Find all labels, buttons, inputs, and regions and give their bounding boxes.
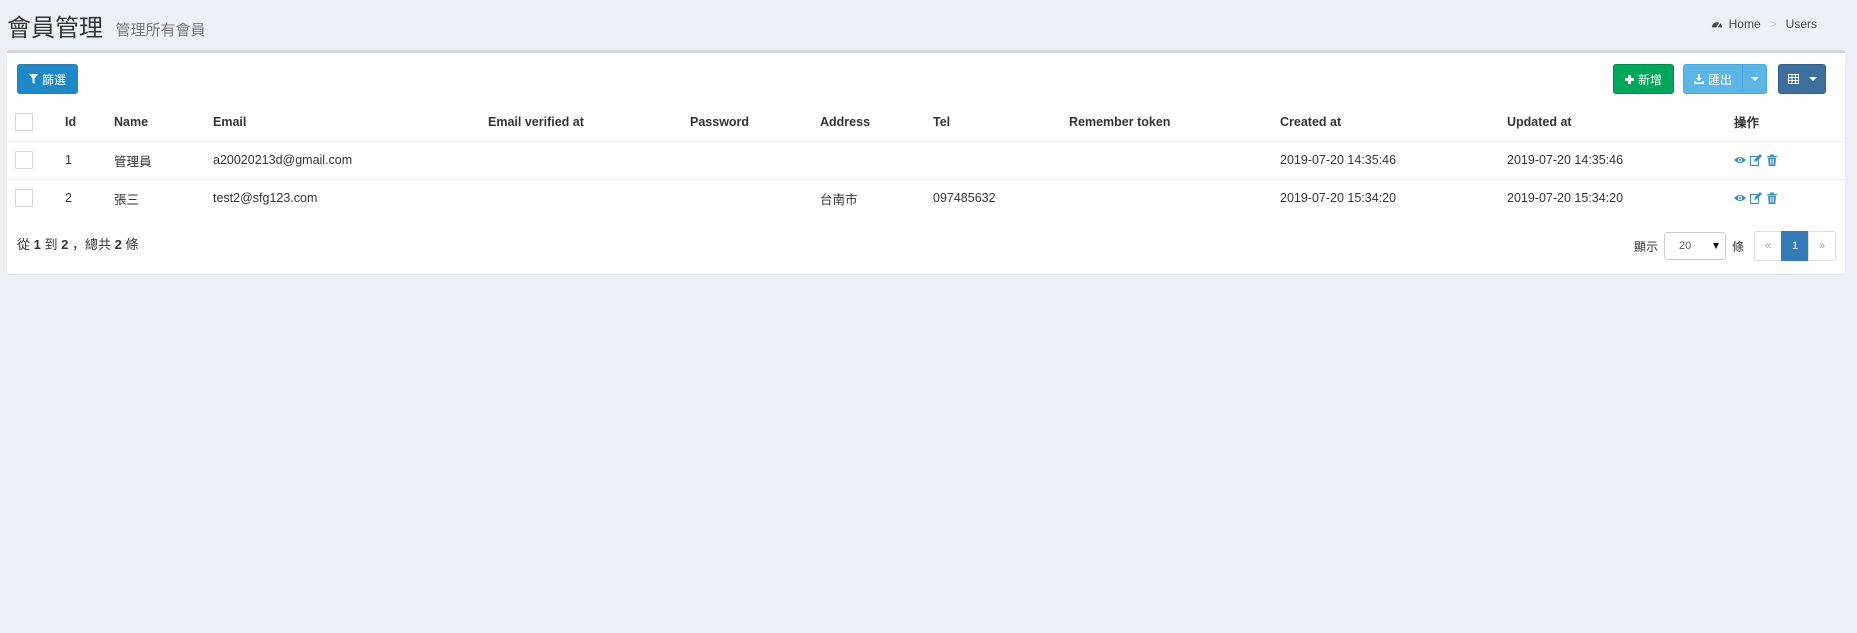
export-button[interactable]: 匯出 (1683, 64, 1743, 94)
column-header-email[interactable]: Email (205, 103, 480, 142)
column-header-remember-token[interactable]: Remember token (1061, 103, 1272, 142)
chevron-down-icon (1712, 243, 1719, 249)
table-header-row: Id Name Email Email verified at Password… (7, 103, 1845, 142)
filter-button-label: 篩選 (41, 72, 66, 87)
summary-from-prefix: 從 (17, 237, 31, 252)
cell-email: a20020213d@gmail.com (205, 140, 480, 179)
summary-to-word: 到 (44, 237, 58, 252)
cell-email: test2@sfg123.com (205, 178, 480, 217)
table-row: 1 管理員 a20020213d@gmail.com 2019-07-20 14… (7, 140, 1845, 179)
cell-tel (925, 140, 1061, 179)
row-actions (1734, 192, 1837, 205)
plus-icon (1624, 74, 1634, 84)
cell-name: 管理員 (106, 140, 205, 179)
filter-button[interactable]: 篩選 (17, 64, 78, 94)
cell-updated-at: 2019-07-20 14:35:46 (1499, 140, 1726, 179)
summary-from: 1 (33, 237, 41, 252)
column-header-name[interactable]: Name (106, 103, 205, 142)
per-page-label: 顯示 (1633, 239, 1658, 254)
cell-created-at: 2019-07-20 14:35:46 (1272, 140, 1499, 179)
pager-prev[interactable]: « (1754, 231, 1782, 261)
cell-email-verified-at (480, 178, 682, 217)
cell-email-verified-at (480, 140, 682, 179)
pager: « 1 » (1754, 231, 1836, 261)
column-header-password[interactable]: Password (682, 103, 812, 142)
cell-password (682, 140, 812, 179)
edit-icon[interactable] (1750, 154, 1762, 166)
users-grid-box: 篩選 新增 匯出 Id Name Email Email verified at… (7, 50, 1845, 274)
cell-id: 1 (57, 140, 106, 179)
edit-icon[interactable] (1750, 192, 1762, 205)
filter-icon (28, 74, 38, 84)
chevron-down-icon (1808, 77, 1817, 81)
column-header-actions: 操作 (1726, 103, 1845, 142)
breadcrumb-current: Users (1785, 17, 1817, 31)
per-page-suffix: 條 (1731, 239, 1744, 254)
pagination-controls: 顯示 20 條 « 1 » (1634, 231, 1836, 261)
per-page-value: 20 (1678, 240, 1692, 252)
column-header-email-verified-at[interactable]: Email verified at (480, 103, 682, 142)
summary-total: 2 (114, 237, 122, 252)
row-actions (1734, 154, 1837, 166)
pager-next[interactable]: » (1808, 231, 1836, 261)
summary-total-suffix: 條 (125, 237, 139, 252)
column-header-address[interactable]: Address (812, 103, 925, 142)
breadcrumb: Home > Users (1711, 17, 1817, 31)
cell-created-at: 2019-07-20 15:34:20 (1272, 178, 1499, 217)
cell-name: 張三 (106, 178, 205, 217)
dashboard-icon (1711, 22, 1722, 28)
chevron-down-icon (1750, 77, 1759, 81)
table-row: 2 張三 test2@sfg123.com 台南市 097485632 2019… (7, 178, 1845, 217)
summary-total-prefix: ，總共 (72, 237, 112, 252)
trash-icon[interactable] (1766, 154, 1778, 166)
download-icon (1693, 74, 1704, 84)
cell-password (682, 178, 812, 217)
per-page-select[interactable]: 20 (1663, 232, 1726, 260)
summary-to: 2 (61, 237, 69, 252)
cell-id: 2 (57, 178, 106, 217)
pagination-summary: 從 1 到 2 ，總共 2 條 (17, 234, 139, 253)
cell-address: 台南市 (812, 178, 925, 217)
eye-icon[interactable] (1734, 192, 1746, 204)
select-all-checkbox[interactable] (15, 112, 33, 131)
new-button[interactable]: 新增 (1613, 64, 1674, 94)
cell-address (812, 140, 925, 179)
page-title: 會員管理 (7, 15, 103, 42)
eye-icon[interactable] (1734, 154, 1746, 166)
breadcrumb-home-link[interactable]: Home (1729, 17, 1761, 31)
cell-remember-token (1061, 140, 1272, 179)
table-icon (1787, 74, 1799, 84)
users-table: Id Name Email Email verified at Password… (7, 103, 1845, 217)
row-checkbox[interactable] (15, 189, 33, 208)
column-header-updated-at[interactable]: Updated at (1499, 103, 1726, 142)
cell-tel: 097485632 (925, 178, 1061, 217)
column-header-created-at[interactable]: Created at (1272, 103, 1499, 142)
export-dropdown-toggle[interactable] (1742, 64, 1767, 94)
cell-remember-token (1061, 178, 1272, 217)
cell-updated-at: 2019-07-20 15:34:20 (1499, 178, 1726, 217)
new-button-label: 新增 (1637, 72, 1662, 87)
column-header-id[interactable]: Id (57, 103, 106, 142)
pager-page-current[interactable]: 1 (1781, 231, 1809, 261)
column-header-tel[interactable]: Tel (925, 103, 1061, 142)
export-button-label: 匯出 (1707, 72, 1732, 87)
row-checkbox[interactable] (15, 151, 33, 169)
content-header: 會員管理 管理所有會員 Home > Users (0, 0, 1857, 50)
breadcrumb-separator: > (1769, 17, 1777, 31)
page-subtitle: 管理所有會員 (115, 22, 206, 39)
trash-icon[interactable] (1766, 192, 1778, 205)
column-selector-button[interactable] (1778, 64, 1826, 94)
